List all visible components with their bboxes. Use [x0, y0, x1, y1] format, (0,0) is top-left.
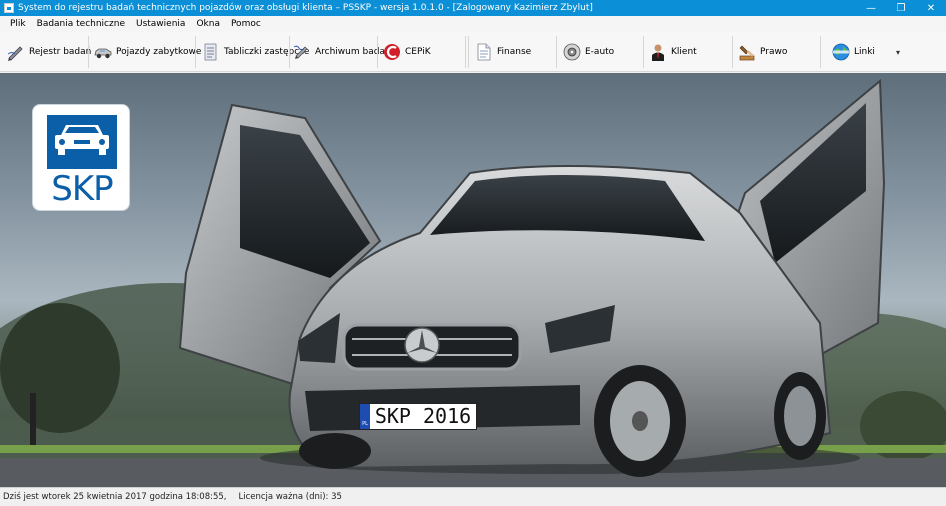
status-date: Dziś jest wtorek 25 kwietnia 2017 godzin… [3, 492, 227, 502]
toolbar-separator [195, 36, 196, 68]
menu-ustawienia[interactable]: Ustawienia [131, 16, 191, 32]
pojazdy-zabytkowe-button[interactable]: Pojazdy zabytkowe [93, 36, 201, 68]
cepik-label: CEPiK [405, 47, 431, 57]
toolbar: Rejestr badań Pojazdy zabytkowe Tabliczk… [0, 32, 946, 72]
klient-button[interactable]: Klient [648, 36, 697, 68]
toolbar-separator [377, 36, 378, 68]
rejestr-badan-label: Rejestr badań [29, 47, 92, 57]
toolbar-separator [556, 36, 557, 68]
app-icon [4, 3, 14, 13]
skp-logo: SKP [32, 104, 130, 211]
window-title: System do rejestru badań technicznych po… [18, 3, 593, 13]
menu-badania-techniczne[interactable]: Badania techniczne [32, 16, 131, 32]
plate-country: PL [362, 421, 368, 427]
car-front-icon [47, 115, 117, 169]
prawo-button[interactable]: Prawo [737, 36, 787, 68]
finanse-label: Finanse [497, 47, 532, 57]
toolbar-separator [732, 36, 733, 68]
archiwum-badan-label: Archiwum badań [315, 47, 391, 57]
prawo-label: Prawo [760, 47, 788, 57]
status-bar: Dziś jest wtorek 25 kwietnia 2017 godzin… [0, 487, 946, 506]
e-auto-button[interactable]: E-auto [562, 36, 614, 68]
menu-pomoc[interactable]: Pomoc [226, 16, 267, 32]
pen-icon [6, 42, 26, 62]
window-controls: — ❐ ✕ [856, 0, 946, 16]
document-icon [474, 42, 494, 62]
vintage-car-icon [93, 42, 113, 62]
menu-bar: Plik Badania techniczne Ustawienia Okna … [0, 16, 946, 32]
menu-plik[interactable]: Plik [0, 16, 32, 32]
finanse-button[interactable]: Finanse [474, 36, 531, 68]
toolbar-separator [820, 36, 821, 68]
plates-icon [201, 42, 221, 62]
minimize-button[interactable]: — [856, 0, 886, 16]
cepik-icon [382, 42, 402, 62]
e-auto-label: E-auto [585, 47, 615, 57]
main-content: PL SKP 2016 SKP [0, 73, 946, 487]
logo-text: SKP [51, 169, 113, 209]
toolbar-separator [468, 36, 469, 68]
archive-icon [292, 42, 312, 62]
toolbar-separator [643, 36, 644, 68]
law-icon [737, 42, 757, 62]
toolbar-separator [289, 36, 290, 68]
archiwum-badan-button[interactable]: Archiwum badań [292, 36, 391, 68]
disc-icon [562, 42, 582, 62]
pojazdy-zabytkowe-label: Pojazdy zabytkowe [116, 47, 202, 57]
rejestr-badan-button[interactable]: Rejestr badań [6, 36, 91, 68]
toolbar-separator [465, 36, 466, 68]
more-dropdown-button[interactable]: ▾ [896, 36, 900, 68]
person-icon [648, 42, 668, 62]
plate-text: SKP 2016 [374, 404, 472, 428]
linki-button[interactable]: Linki [831, 36, 875, 68]
title-bar: System do rejestru badań technicznych po… [0, 0, 946, 16]
status-license: Licencja ważna (dni): 35 [238, 492, 342, 502]
linki-label: Linki [854, 47, 875, 57]
cepik-button[interactable]: CEPiK [382, 36, 431, 68]
close-button[interactable]: ✕ [916, 0, 946, 16]
menu-okna[interactable]: Okna [191, 16, 226, 32]
restore-button[interactable]: ❐ [886, 0, 916, 16]
klient-label: Klient [671, 47, 697, 57]
plate-country-band: PL [360, 404, 370, 429]
toolbar-separator [88, 36, 89, 68]
globe-icon [831, 42, 851, 62]
license-plate: PL SKP 2016 [359, 403, 477, 430]
